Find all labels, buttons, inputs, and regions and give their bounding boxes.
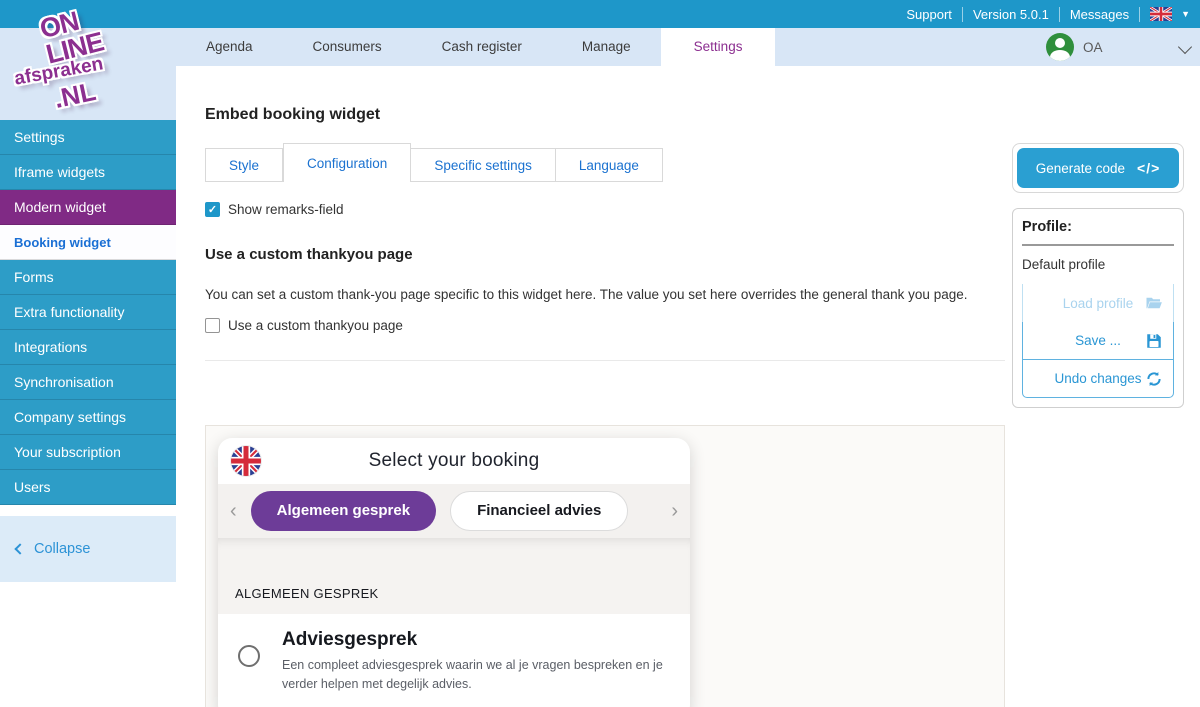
tab-style[interactable]: Style [205,148,283,182]
folder-open-icon [1145,294,1163,312]
save-profile-label: Save ... [1075,333,1121,348]
carousel-prev-icon[interactable]: ‹ [230,501,237,521]
tab-configuration[interactable]: Configuration [283,143,411,182]
messages-link[interactable]: Messages [1070,7,1129,22]
profile-heading: Profile: [1022,219,1174,246]
generate-code-label: Generate code [1036,161,1125,176]
thankyou-row: Use a custom thankyou page [205,318,403,333]
user-menu[interactable]: OA [1046,33,1103,61]
sidebar-item-your-subscription[interactable]: Your subscription [0,435,176,470]
collapse-label: Collapse [34,541,90,557]
service-description: Een compleet adviesgesprek waarin we al … [282,656,670,694]
carousel-next-icon[interactable]: › [671,501,678,521]
check-icon: ✓ [208,203,217,216]
category-section-label: ALGEMEEN GESPREK [218,538,690,614]
load-profile-label: Load profile [1063,296,1134,311]
main-nav: Agenda Consumers Cash register Manage Se… [0,28,1200,66]
sidebar-item-forms[interactable]: Forms [0,260,176,295]
generate-code-card: Generate code </> [1012,143,1184,193]
thankyou-heading: Use a custom thankyou page [205,246,413,263]
user-avatar-icon [1046,33,1074,61]
nav-item-manage[interactable]: Manage [552,28,661,66]
undo-changes-button[interactable]: Undo changes [1022,360,1174,398]
save-icon [1145,332,1163,350]
service-radio[interactable] [238,645,260,667]
generate-code-button[interactable]: Generate code </> [1017,148,1179,188]
sidebar-item-iframe-widgets[interactable]: Iframe widgets [0,155,176,190]
undo-changes-label: Undo changes [1054,371,1141,386]
show-remarks-row: ✓ Show remarks-field [205,202,344,217]
logo[interactable]: ON LINE afspraken .NL [6,4,171,116]
divider [1059,7,1060,22]
code-icon: </> [1137,160,1160,176]
tab-bar: Style Configuration Specific settings La… [205,143,663,182]
page-title: Embed booking widget [205,106,380,124]
sidebar-item-extra-functionality[interactable]: Extra functionality [0,295,176,330]
nav-item-agenda[interactable]: Agenda [176,28,283,66]
load-profile-button[interactable]: Load profile [1022,284,1174,322]
show-remarks-label: Show remarks-field [228,202,344,217]
version-label: Version 5.0.1 [973,7,1049,22]
service-list-item[interactable]: Adviesgesprek Een compleet adviesgesprek… [218,614,690,707]
widget-title: Select your booking [218,450,690,472]
sidebar-collapse-button[interactable]: Collapse [0,516,176,582]
save-profile-button[interactable]: Save ... [1022,322,1174,360]
widget-language-flag-icon[interactable] [231,446,261,476]
sidebar-item-synchronisation[interactable]: Synchronisation [0,365,176,400]
service-name: Adviesgesprek [282,629,670,651]
section-divider [205,360,1005,361]
sidebar-item-users[interactable]: Users [0,470,176,505]
widget-body: ALGEMEEN GESPREK Adviesgesprek Een compl… [218,538,690,707]
nav-item-consumers[interactable]: Consumers [283,28,412,66]
show-remarks-checkbox[interactable]: ✓ [205,202,220,217]
support-link[interactable]: Support [906,7,952,22]
sidebar: Settings Iframe widgets Modern widget Bo… [0,120,176,505]
booking-widget-card: Select your booking ‹ Algemeen gesprek F… [218,438,690,707]
widget-header: Select your booking [218,438,690,484]
thankyou-checkbox[interactable] [205,318,220,333]
tab-specific-settings[interactable]: Specific settings [411,148,556,182]
chevron-left-icon [14,543,25,554]
category-carousel: ‹ Algemeen gesprek Financieel advies › [218,484,690,538]
nav-item-settings[interactable]: Settings [661,28,776,66]
topbar: Support Version 5.0.1 Messages ▼ [0,0,1200,28]
nav-item-cash-register[interactable]: Cash register [412,28,552,66]
sidebar-item-company-settings[interactable]: Company settings [0,400,176,435]
sidebar-item-booking-widget[interactable]: Booking widget [0,225,176,260]
language-flag-icon[interactable] [1150,7,1172,21]
widget-preview-area: Select your booking ‹ Algemeen gesprek F… [205,425,1005,707]
profile-panel: Profile: Default profile Load profile Sa… [1012,208,1184,408]
sidebar-item-modern-widget[interactable]: Modern widget [0,190,176,225]
divider [962,7,963,22]
sidebar-item-integrations[interactable]: Integrations [0,330,176,365]
user-initials: OA [1083,40,1103,55]
language-caret-icon[interactable]: ▼ [1181,9,1190,19]
refresh-icon [1145,370,1163,388]
tab-language[interactable]: Language [556,148,663,182]
thankyou-description: You can set a custom thank-you page spec… [205,287,1025,302]
divider [1139,7,1140,22]
thankyou-checkbox-label: Use a custom thankyou page [228,318,403,333]
profile-name: Default profile [1022,257,1174,272]
category-pill-algemeen-gesprek[interactable]: Algemeen gesprek [251,491,436,531]
category-pill-financieel-advies[interactable]: Financieel advies [450,491,628,531]
sidebar-item-settings[interactable]: Settings [0,120,176,155]
